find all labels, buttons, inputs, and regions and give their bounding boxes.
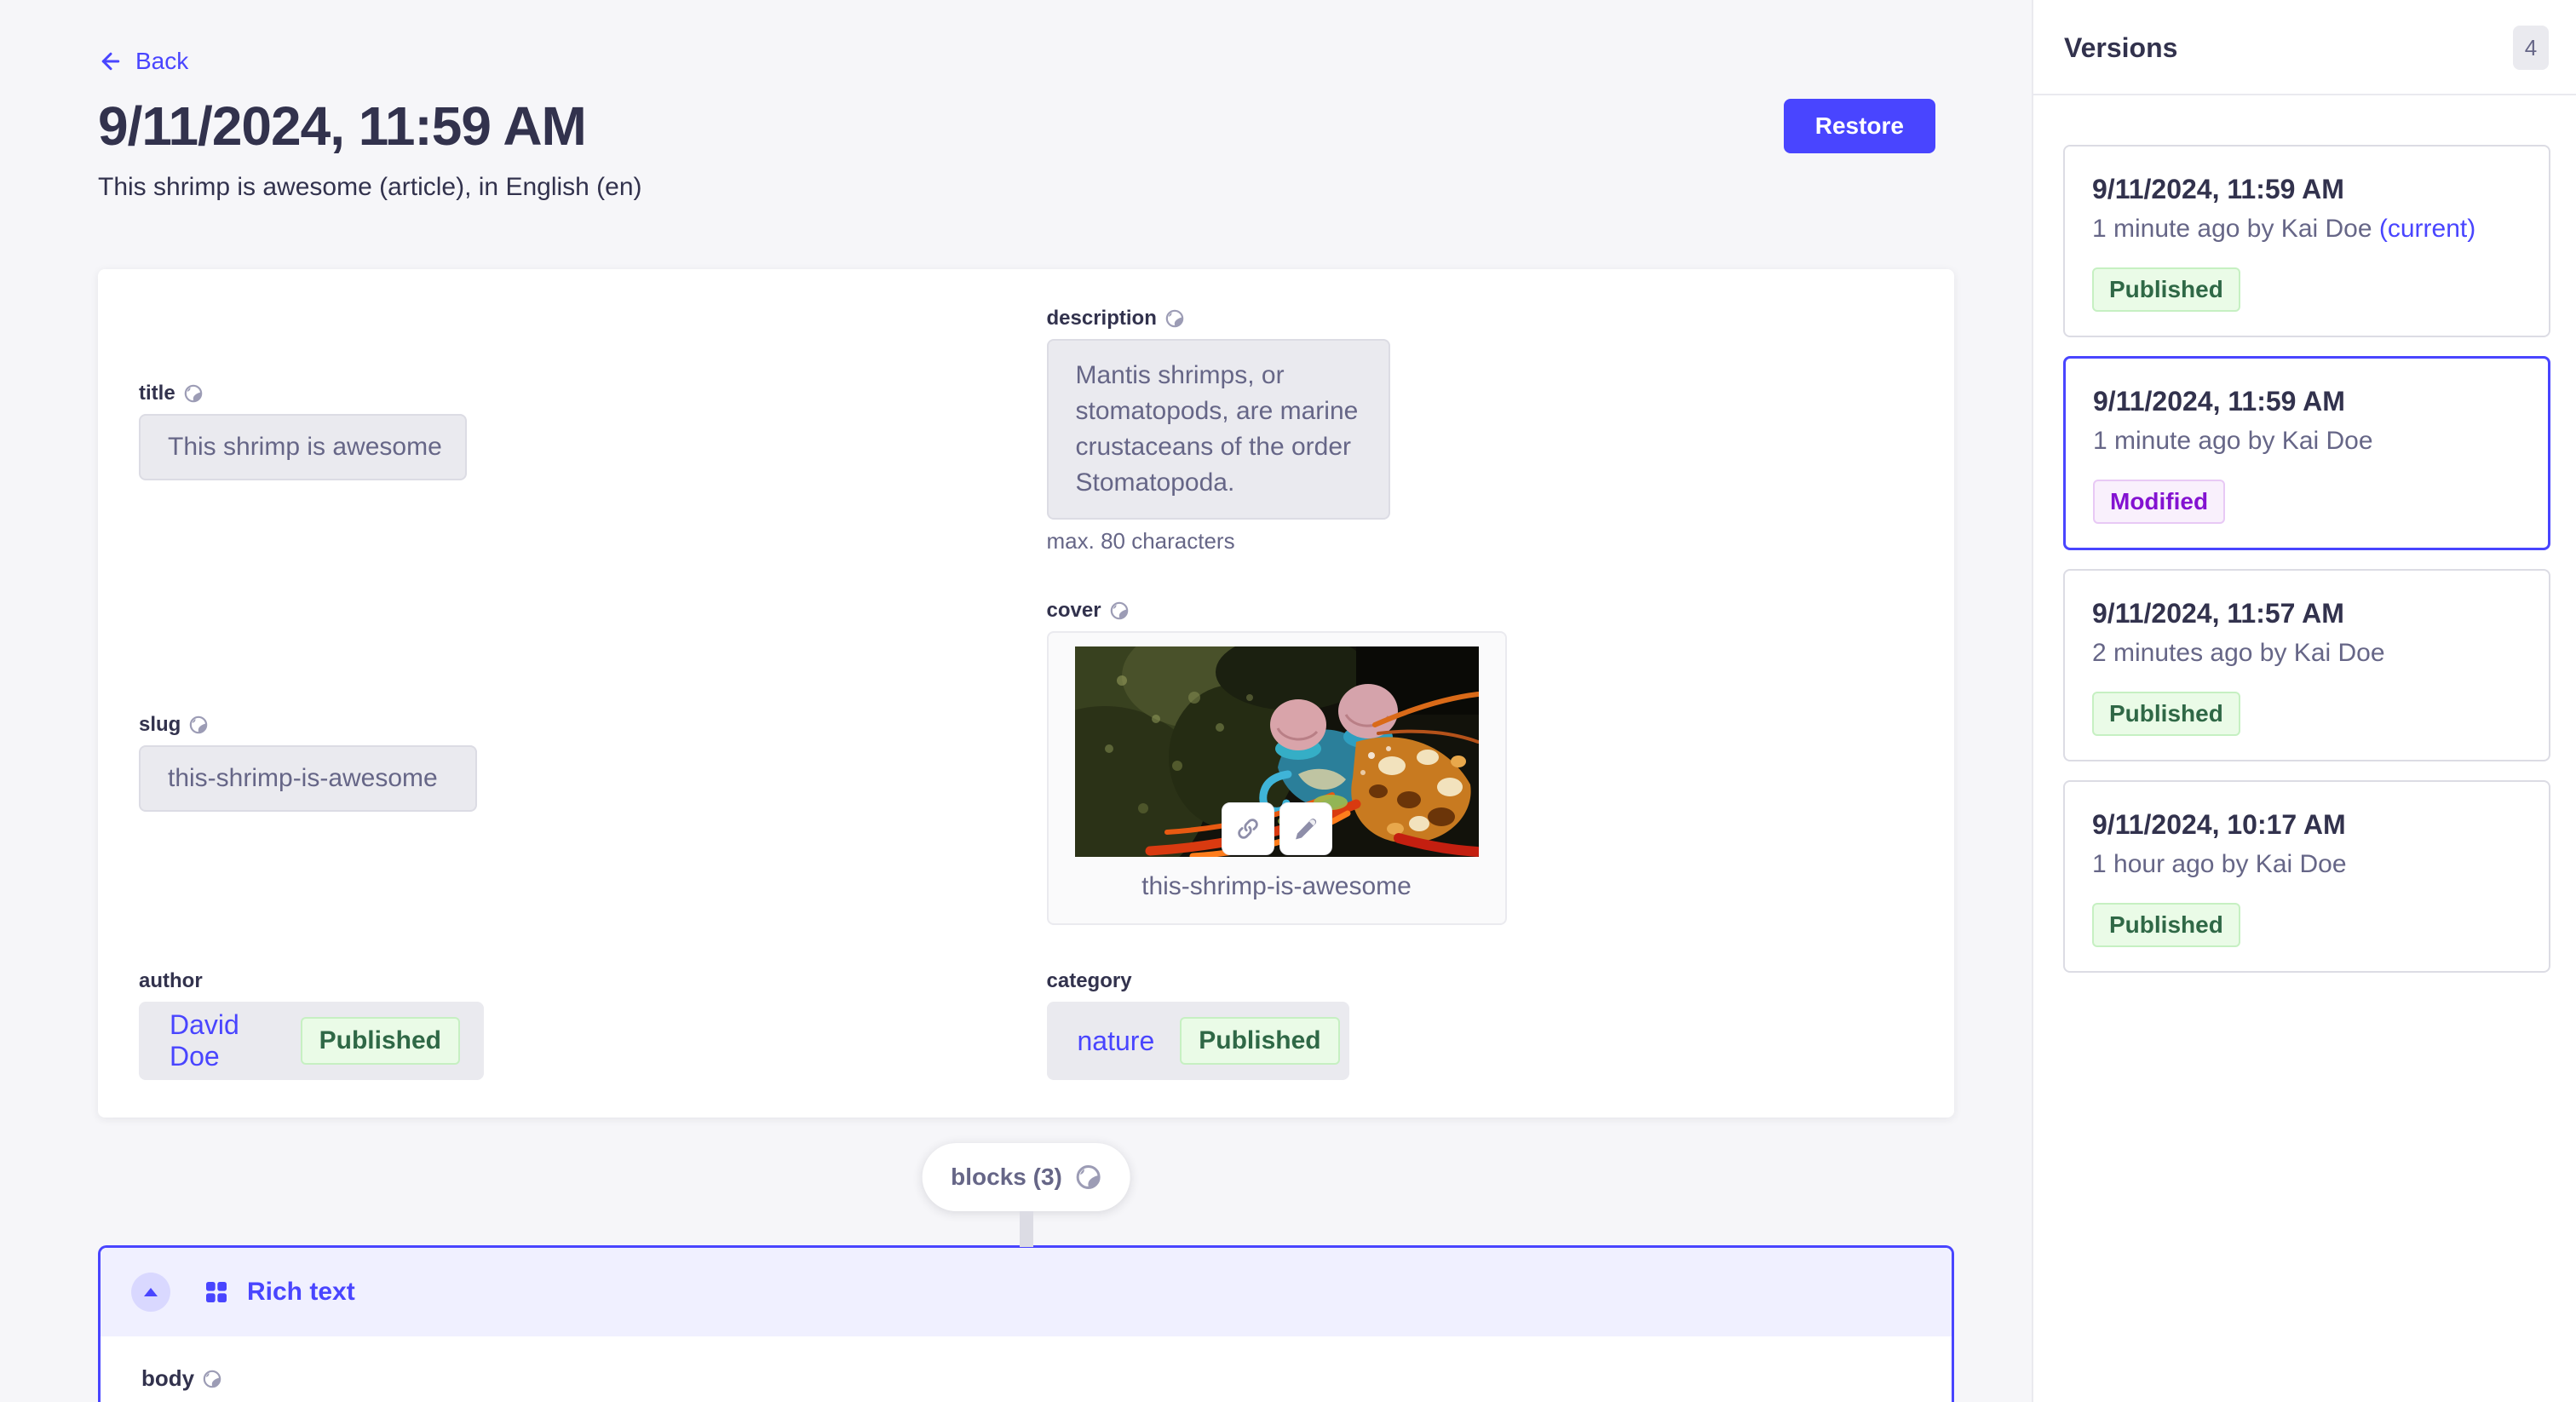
rich-text-label: Rich text [247, 1278, 355, 1307]
globe-icon [1165, 309, 1184, 328]
version-current-label: (current) [2372, 215, 2476, 243]
version-fields-panel: title description Mantis shrimps, or sto… [98, 269, 1954, 1118]
version-card[interactable]: 9/11/2024, 11:59 AM 1 minute ago by Kai … [2063, 356, 2550, 550]
body-label: body [141, 1365, 194, 1392]
versions-heading: Versions [2064, 32, 2177, 64]
version-status-badge: Modified [2093, 480, 2225, 524]
version-status-badge: Published [2092, 267, 2240, 312]
globe-icon [1110, 601, 1129, 620]
rich-text-block: Rich text body [98, 1245, 1954, 1402]
cover-actions [1222, 802, 1332, 855]
version-title: 9/11/2024, 11:59 AM [2092, 172, 2521, 206]
cover-edit-button[interactable] [1279, 802, 1332, 855]
component-grid-icon [203, 1278, 230, 1306]
version-status-badge: Published [2092, 903, 2240, 947]
description-field: description Mantis shrimps, or stomatopo… [1047, 307, 1914, 554]
title-field: title [139, 382, 1006, 480]
blocks-connector [1020, 1211, 1033, 1247]
globe-icon [1076, 1164, 1101, 1190]
category-link[interactable]: nature [1078, 1026, 1155, 1057]
version-status-badge: Published [2092, 692, 2240, 736]
page-title: 9/11/2024, 11:59 AM [98, 99, 586, 153]
version-card[interactable]: 9/11/2024, 11:59 AM 1 minute ago by Kai … [2063, 145, 2550, 337]
category-label: category [1047, 969, 1132, 993]
version-card[interactable]: 9/11/2024, 11:57 AM 2 minutes ago by Kai… [2063, 569, 2550, 761]
version-card[interactable]: 9/11/2024, 10:17 AM 1 hour ago by Kai Do… [2063, 780, 2550, 973]
restore-button[interactable]: Restore [1784, 99, 1935, 153]
blocks-pill-label: blocks (3) [951, 1164, 1062, 1191]
blocks-pill: blocks (3) [922, 1143, 1130, 1211]
rich-text-header: Rich text [101, 1248, 1952, 1336]
author-status-badge: Published [301, 1017, 460, 1065]
cover-label: cover [1047, 599, 1101, 623]
cover-filename: this-shrimp-is-awesome [1049, 872, 1505, 901]
author-field: author David Doe Published [139, 969, 1006, 1080]
description-hint: max. 80 characters [1047, 528, 1914, 554]
category-field: category nature Published [1047, 969, 1914, 1080]
pencil-icon [1293, 816, 1319, 842]
caret-up-icon [142, 1286, 159, 1298]
slug-input [139, 745, 477, 812]
collapse-button[interactable] [131, 1273, 170, 1312]
globe-icon [189, 715, 208, 734]
version-title: 9/11/2024, 11:57 AM [2092, 596, 2521, 630]
page-header: 9/11/2024, 11:59 AM Restore [98, 99, 1935, 153]
cover-card: this-shrimp-is-awesome [1047, 631, 1507, 925]
globe-icon [184, 384, 203, 403]
cover-link-button[interactable] [1222, 802, 1274, 855]
fields-grid: title description Mantis shrimps, or sto… [139, 307, 1913, 1080]
version-meta: 1 minute ago by Kai Doe (current) [2092, 213, 2521, 245]
link-icon [1235, 816, 1261, 842]
back-label: Back [135, 48, 188, 75]
back-link[interactable]: Back [98, 48, 188, 75]
blocks-section-divider: blocks (3) [98, 1118, 1954, 1245]
arrow-left-icon [98, 49, 124, 74]
page-subtitle: This shrimp is awesome (article), in Eng… [98, 170, 2032, 204]
author-label: author [139, 969, 203, 993]
author-link[interactable]: David Doe [170, 1009, 275, 1072]
category-status-badge: Published [1180, 1017, 1339, 1065]
version-title: 9/11/2024, 11:59 AM [2093, 384, 2521, 418]
versions-count-badge: 4 [2513, 26, 2549, 70]
title-label: title [139, 382, 175, 405]
version-meta: 1 hour ago by Kai Doe [2092, 848, 2521, 881]
slug-field: slug [139, 713, 1006, 812]
versions-header: Versions 4 [2033, 0, 2576, 94]
version-meta: 1 minute ago by Kai Doe [2093, 425, 2521, 457]
versions-list: 9/11/2024, 11:59 AM 1 minute ago by Kai … [2033, 95, 2576, 1017]
description-textarea: Mantis shrimps, or stomatopods, are mari… [1047, 339, 1390, 520]
version-title: 9/11/2024, 10:17 AM [2092, 807, 2521, 842]
description-label: description [1047, 307, 1157, 330]
category-relation-box: nature Published [1047, 1002, 1349, 1080]
author-relation-box: David Doe Published [139, 1002, 484, 1080]
version-meta: 2 minutes ago by Kai Doe [2092, 637, 2521, 669]
version-detail-main: Back 9/11/2024, 11:59 AM Restore This sh… [0, 0, 2032, 1402]
cover-field: cover [1047, 599, 1914, 925]
versions-sidebar: Versions 4 9/11/2024, 11:59 AM 1 minute … [2032, 0, 2576, 1402]
rich-text-body: body [101, 1336, 1952, 1392]
slug-label: slug [139, 713, 181, 737]
globe-icon [203, 1370, 221, 1388]
title-input [139, 414, 467, 480]
